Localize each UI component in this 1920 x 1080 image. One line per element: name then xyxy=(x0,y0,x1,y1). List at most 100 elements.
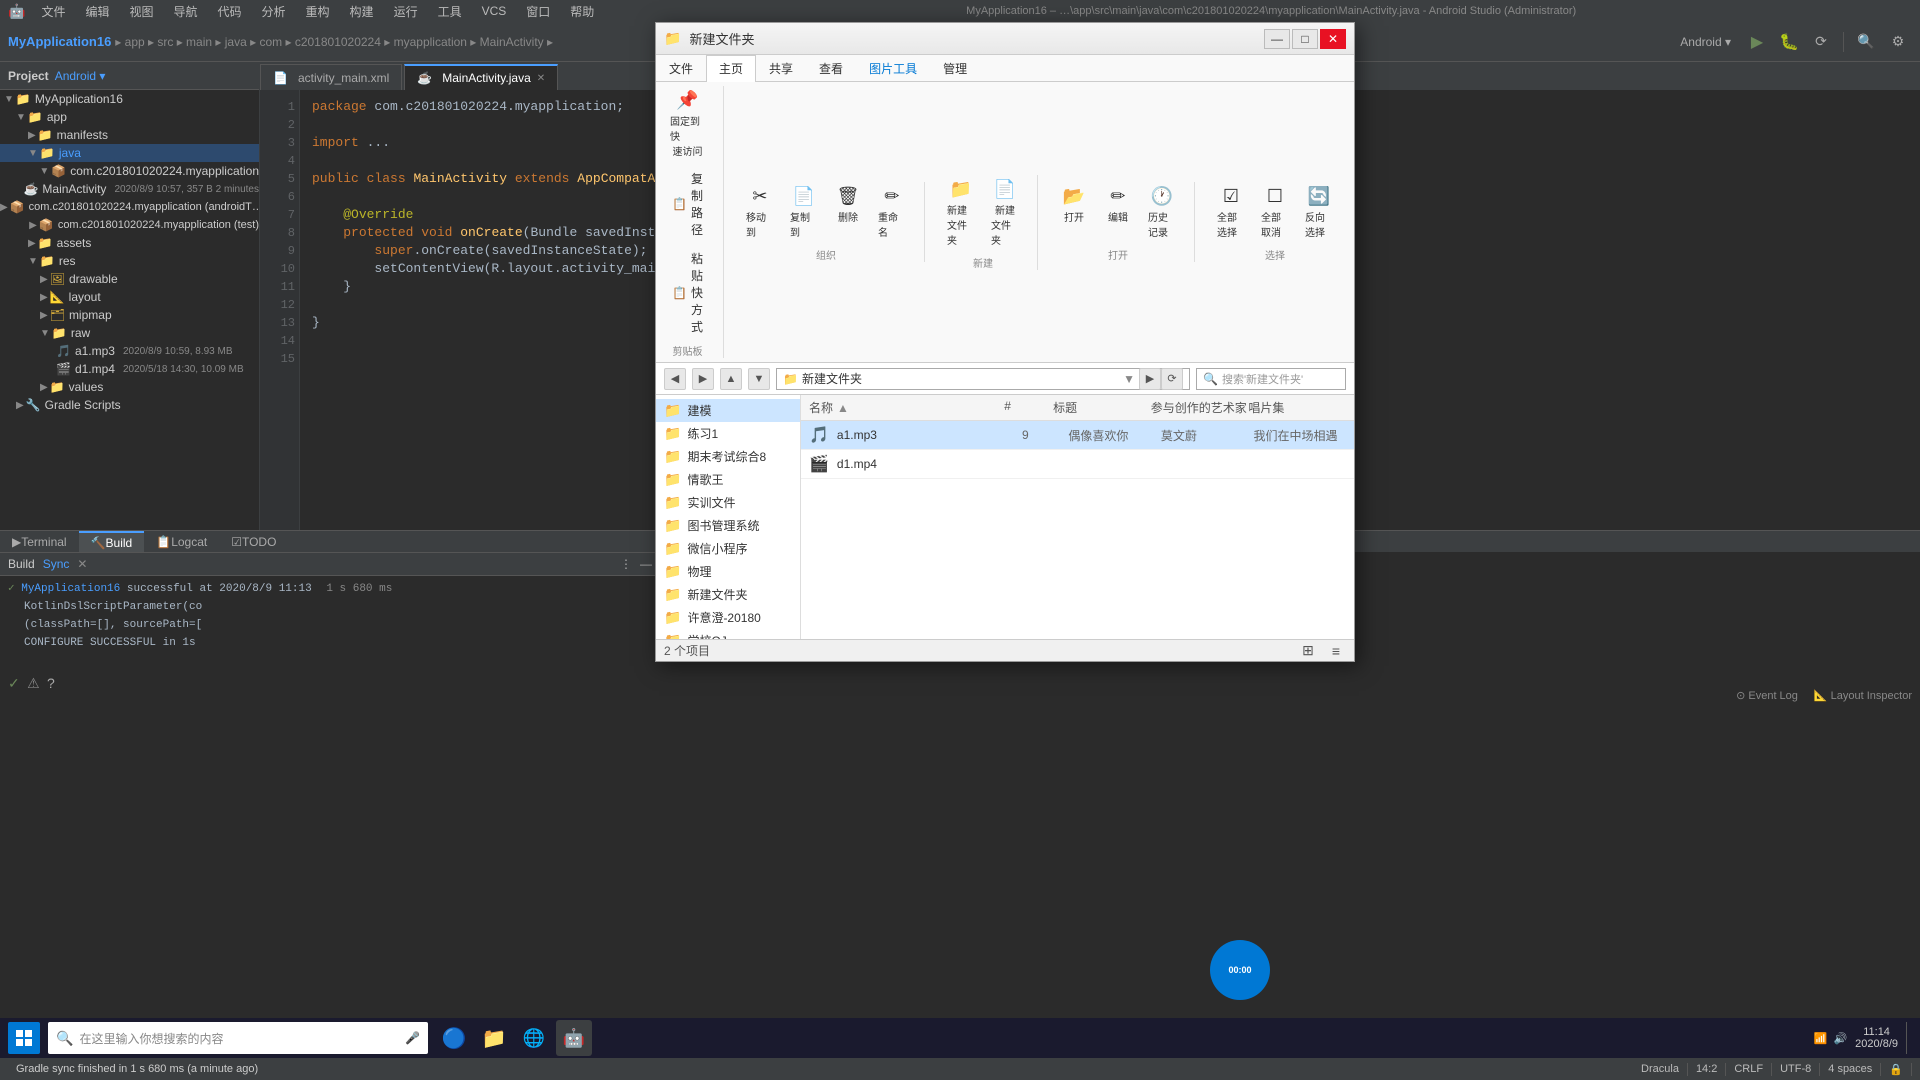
layout-inspector-link[interactable]: 📐 Layout Inspector xyxy=(1814,689,1912,702)
col-album[interactable]: 唱片集 xyxy=(1248,399,1346,416)
fm-copy-button[interactable]: 📄 复制到 xyxy=(784,182,824,243)
fm-sidebar-item-newdir[interactable]: 📁 新建文件夹 xyxy=(656,583,800,606)
menu-build[interactable]: 构建 xyxy=(346,1,378,22)
fm-sidebar-item-jianzhu[interactable]: 📁 建模 xyxy=(656,399,800,422)
menu-code[interactable]: 代码 xyxy=(214,1,246,22)
tree-mipmap[interactable]: ▶ 🗂 mipmap xyxy=(0,306,259,324)
tree-com-package[interactable]: ▼ 📦 com.c201801020224.myapplication xyxy=(0,162,259,180)
tree-com-test[interactable]: ▶ 📦 com.c201801020224.myapplication (tes… xyxy=(0,216,259,234)
menu-refactor[interactable]: 重构 xyxy=(302,1,334,22)
fm-move-button[interactable]: ✂ 移动到 xyxy=(740,182,780,243)
fm-select-all-button[interactable]: ☑ 全部选择 xyxy=(1211,182,1251,243)
fm-forward-button[interactable]: ▶ xyxy=(692,368,714,390)
menu-navigate[interactable]: 导航 xyxy=(169,1,201,22)
fm-sidebar-item-wuli[interactable]: 📁 物理 xyxy=(656,560,800,583)
fm-delete-button[interactable]: 🗑 删除 xyxy=(828,182,868,243)
tree-com-androidtest[interactable]: ▶ 📦 com.c201801020224.myapplication (and… xyxy=(0,198,259,216)
tree-manifests[interactable]: ▶ 📁 manifests xyxy=(0,126,259,144)
fm-maximize-button[interactable]: □ xyxy=(1292,29,1318,49)
fm-close-button[interactable]: ✕ xyxy=(1320,29,1346,49)
sync-close-icon[interactable]: ✕ xyxy=(77,557,87,571)
sync-button[interactable]: ⟳ xyxy=(1807,28,1835,56)
status-line-col[interactable]: 14:2 xyxy=(1688,1063,1726,1076)
fm-open-button[interactable]: 📂 打开 xyxy=(1054,182,1094,243)
fm-file-row-d1mp4[interactable]: 🎬 d1.mp4 xyxy=(801,450,1354,479)
tree-drawable[interactable]: ▶ 🖼 drawable xyxy=(0,270,259,288)
fm-pin-button[interactable]: 📌 固定到快 速访问 xyxy=(664,86,711,162)
menu-run[interactable]: 运行 xyxy=(390,1,422,22)
tree-mainactivity[interactable]: ☕ MainActivity 2020/8/9 10:57, 357 B 2 m… xyxy=(0,180,259,198)
fm-up-button[interactable]: ▲ xyxy=(720,368,742,390)
col-artist[interactable]: 参与创作的艺术家 xyxy=(1151,399,1249,416)
fm-search-field[interactable]: 🔍 搜索'新建文件夹' xyxy=(1196,368,1346,390)
taskbar-cortana[interactable]: 🔵 xyxy=(436,1020,472,1056)
menu-analyze[interactable]: 分析 xyxy=(258,1,290,22)
fm-sidebar-item-qingge[interactable]: 📁 情歌王 xyxy=(656,468,800,491)
tab-mainactivity-java[interactable]: ☕ MainActivity.java ✕ xyxy=(404,64,558,90)
fm-sidebar-item-wechat[interactable]: 📁 微信小程序 xyxy=(656,537,800,560)
fm-list-view-button[interactable]: ≡ xyxy=(1326,641,1346,661)
fm-sidebar-item-library[interactable]: 📁 图书管理系统 xyxy=(656,514,800,537)
status-indent[interactable]: 4 spaces xyxy=(1820,1063,1881,1076)
build-project-link[interactable]: MyApplication16 xyxy=(21,583,120,595)
tree-d1mp4[interactable]: 🎬 d1.mp4 2020/5/18 14:30, 10.09 MB xyxy=(0,360,259,378)
event-log-link[interactable]: ⊙ Event Log xyxy=(1736,689,1798,702)
menu-view[interactable]: 视图 xyxy=(125,1,157,22)
tree-myapplication16[interactable]: ▼ 📁 MyApplication16 xyxy=(0,90,259,108)
fm-address-field[interactable]: 📁 新建文件夹 ▼ ▶ ⟳ xyxy=(776,368,1190,390)
fm-sidebar-item-xuexiaooj[interactable]: 📁 学校OJ xyxy=(656,629,800,639)
col-name[interactable]: 名称 ▲ xyxy=(809,399,1004,416)
debug-button[interactable]: 🐛 xyxy=(1775,28,1803,56)
fm-history-button[interactable]: 🕐 历史记录 xyxy=(1142,182,1182,243)
col-number[interactable]: # xyxy=(1004,399,1053,416)
fm-rename-button[interactable]: ✏ 重命名 xyxy=(872,182,912,243)
fm-new-item-button[interactable]: 📄 新建 文件夹 xyxy=(985,175,1025,251)
fm-back-button[interactable]: ◀ xyxy=(664,368,686,390)
sync-label[interactable]: Sync xyxy=(43,557,70,571)
fm-invert-select-button[interactable]: 🔄 反向选择 xyxy=(1299,182,1339,243)
build-panel-menu-icon[interactable]: ⋮ xyxy=(620,557,632,571)
taskbar-explorer[interactable]: 📁 xyxy=(476,1020,512,1056)
menu-window[interactable]: 窗口 xyxy=(522,1,554,22)
menu-help[interactable]: 帮助 xyxy=(566,1,598,22)
tree-layout[interactable]: ▶ 📐 layout xyxy=(0,288,259,306)
fm-tab-home[interactable]: 主页 xyxy=(706,55,756,82)
fm-recent-button[interactable]: ▼ xyxy=(748,368,770,390)
tree-java[interactable]: ▼ 📁 java xyxy=(0,144,259,162)
fm-sidebar-item-xu[interactable]: 📁 许意澄-20180 xyxy=(656,606,800,629)
tree-raw[interactable]: ▼ 📁 raw xyxy=(0,324,259,342)
status-encoding[interactable]: UTF-8 xyxy=(1772,1063,1820,1076)
fm-grid-view-button[interactable]: ⊞ xyxy=(1298,641,1318,661)
fm-sidebar-item-lianxi[interactable]: 📁 练习1 xyxy=(656,422,800,445)
taskbar-search-box[interactable]: 🔍 在这里输入你想搜索的内容 🎤 xyxy=(48,1022,428,1054)
tree-gradle-scripts[interactable]: ▶ 🔧 Gradle Scripts xyxy=(0,396,259,414)
fm-copy-path-button[interactable]: 📋 复制路径 xyxy=(664,166,711,242)
tab-build[interactable]: 🔨 Build xyxy=(79,531,145,552)
android-target[interactable]: Android ▾ xyxy=(1680,35,1731,49)
address-dropdown-icon[interactable]: ▼ xyxy=(1123,372,1135,386)
fm-tab-file[interactable]: 文件 xyxy=(656,55,706,81)
tab-close-button[interactable]: ✕ xyxy=(537,73,545,84)
fm-new-folder-button[interactable]: 📁 新建文件夹 xyxy=(941,175,981,251)
fm-file-row-a1mp3[interactable]: 🎵 a1.mp3 9 偶像喜欢你 莫文蔚 我们在中场相遇 xyxy=(801,421,1354,450)
settings-button[interactable]: ⚙ xyxy=(1884,28,1912,56)
tab-todo[interactable]: ☑ TODO xyxy=(219,531,288,552)
menu-file[interactable]: 文件 xyxy=(37,1,69,22)
taskbar-chrome[interactable]: 🌐 xyxy=(516,1020,552,1056)
status-line-ending[interactable]: CRLF xyxy=(1726,1063,1772,1076)
tree-values[interactable]: ▶ 📁 values xyxy=(0,378,259,396)
voice-search-icon[interactable]: 🎤 xyxy=(405,1031,420,1045)
fm-edit-button[interactable]: ✏ 编辑 xyxy=(1098,182,1138,243)
fm-minimize-button[interactable]: — xyxy=(1264,29,1290,49)
fm-tab-tools[interactable]: 图片工具 xyxy=(856,55,930,81)
android-view-selector[interactable]: Android ▾ xyxy=(55,69,106,83)
search-everywhere-button[interactable]: 🔍 xyxy=(1852,28,1880,56)
taskbar-android-studio[interactable]: 🤖 xyxy=(556,1020,592,1056)
fm-tab-manage[interactable]: 管理 xyxy=(930,55,980,81)
fm-paste-shortcut-button[interactable]: 📋 粘贴快方式 xyxy=(664,246,711,339)
fm-select-none-button[interactable]: ☐ 全部取消 xyxy=(1255,182,1295,243)
build-panel-minimize-icon[interactable]: — xyxy=(640,557,652,571)
fm-address-go-button[interactable]: ▶ xyxy=(1139,368,1161,390)
tab-terminal[interactable]: ▶ Terminal xyxy=(0,531,79,552)
menu-vcs[interactable]: VCS xyxy=(478,2,511,20)
